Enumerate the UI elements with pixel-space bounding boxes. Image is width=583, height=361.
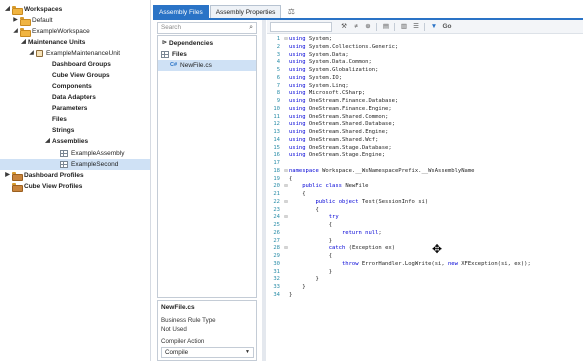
csharp-file-icon: C#	[170, 62, 178, 68]
print-icon[interactable]: ▤	[381, 22, 391, 32]
file-tree-item-label: Files	[172, 51, 187, 58]
tab-assembly-properties[interactable]: Assembly Properties	[209, 5, 282, 18]
search-icon[interactable]: ⌕	[249, 23, 253, 33]
tree-item[interactable]: ◢ ExampleWorkspace	[12, 26, 90, 37]
move-cursor-icon: ✥	[432, 242, 443, 256]
code-line: 34}	[267, 291, 583, 299]
tree-item[interactable]: Cube View Groups	[44, 70, 110, 81]
business-rule-type-value: Not Used	[161, 326, 187, 333]
save-icon[interactable]: ▥	[399, 22, 409, 32]
collapse-arrow-icon[interactable]: ◢	[20, 37, 27, 48]
zoom-icon[interactable]: ⊕	[363, 22, 373, 32]
tree-item-label: Dashboard Profiles	[24, 172, 84, 179]
search-input[interactable]: Search ⌕	[157, 22, 257, 34]
tree-item[interactable]: Parameters	[44, 103, 87, 114]
tree-item[interactable]: Files	[44, 114, 67, 125]
tree-item-label: Cube View Profiles	[24, 183, 83, 190]
compiler-action-select[interactable]: Compile ▼	[161, 347, 254, 358]
compiler-action-value: Compile	[165, 349, 189, 356]
tree-item-label: Parameters	[52, 105, 88, 112]
business-rule-type-label: Business Rule Type	[161, 317, 216, 324]
files-folder-icon	[161, 51, 169, 58]
tree-item[interactable]: ▶ Default	[12, 15, 53, 26]
panel-splitter[interactable]	[262, 20, 266, 361]
file-tree-item[interactable]: C# NewFile.cs	[158, 60, 256, 71]
tree-item-label: Components	[52, 83, 92, 90]
code-text: }	[289, 291, 293, 298]
maintenance-unit-icon	[36, 50, 43, 57]
file-tree-item[interactable]: Files	[161, 49, 187, 60]
tree-item[interactable]: ExampleAssembly	[52, 148, 124, 159]
tree-item[interactable]: Data Adapters	[44, 92, 96, 103]
find-input[interactable]	[270, 22, 332, 32]
tree-item-label: Dashboard Groups	[52, 61, 111, 68]
replace-icon[interactable]: ≠	[351, 22, 361, 32]
tree-item-label: ExampleWorkspace	[32, 28, 90, 35]
collapse-arrow-icon[interactable]: ◢	[44, 136, 51, 147]
collapse-arrow-icon[interactable]: ◢	[28, 48, 35, 59]
folder-icon	[12, 172, 23, 181]
folder-icon	[20, 17, 31, 26]
tree-item[interactable]: ◢ Maintenance Units	[20, 37, 85, 48]
tree-item-label: Cube View Groups	[52, 72, 110, 79]
tree-item[interactable]: ▶ Dashboard Profiles	[4, 170, 84, 181]
properties-title: NewFile.cs	[161, 304, 195, 311]
file-tree-item-label: NewFile.cs	[180, 62, 212, 69]
tree-item-label: Default	[32, 17, 53, 24]
folder-icon	[12, 6, 23, 15]
filter-icon[interactable]: ▼	[429, 22, 439, 32]
tree-item[interactable]: ExampleSecond	[0, 159, 150, 170]
search-placeholder: Search	[161, 24, 181, 31]
chevron-down-icon: ▼	[245, 349, 250, 355]
tree-item[interactable]: ◢ ExampleMaintenanceUnit	[28, 48, 120, 59]
tab-assembly-files[interactable]: Assembly Files	[153, 5, 209, 18]
line-number: 34	[273, 291, 280, 298]
assembly-icon	[60, 150, 68, 157]
file-properties-panel: NewFile.cs Business Rule Type Not Used C…	[157, 300, 257, 361]
list-icon[interactable]: ☰	[411, 22, 421, 32]
tree-item-label: ExampleSecond	[71, 161, 119, 168]
expand-arrow-icon[interactable]: ▶	[4, 170, 11, 181]
tree-item[interactable]: Components	[44, 81, 92, 92]
dependencies-icon: ⊳	[161, 40, 168, 46]
tree-item-label: Workspaces	[24, 6, 63, 13]
tree-item-label: ExampleAssembly	[71, 150, 125, 157]
tree-item[interactable]: ◢ Workspaces	[4, 4, 62, 15]
tab-bar: Assembly Files Assembly Properties ⚖	[153, 5, 297, 18]
folder-icon	[20, 28, 31, 37]
workspace-tree: ◢ Workspaces ▶ Default ◢ ExampleWorkspace ◢ Mai…	[0, 0, 151, 361]
compiler-action-label: Compiler Action	[161, 338, 205, 345]
toolbar-separator	[424, 23, 425, 31]
toolbar-separator	[394, 23, 395, 31]
code-editor[interactable]: 1 ⊟ using System; 2 using System.Collections…	[267, 34, 583, 361]
hierarchy-icon[interactable]: ⚖	[285, 5, 297, 18]
tools-icon[interactable]: ⚒	[339, 22, 349, 32]
tree-item-label: Maintenance Units	[28, 39, 86, 46]
editor-toolbar: ⚒ ≠ ⊕ ▤ ▥ ☰ ▼ Go	[267, 20, 583, 34]
tree-item-label: Files	[52, 116, 67, 123]
tree-item[interactable]: Cube View Profiles	[4, 181, 82, 192]
tree-item-label: Strings	[52, 127, 75, 134]
collapse-arrow-icon[interactable]: ◢	[4, 4, 11, 15]
collapse-arrow-icon[interactable]: ◢	[12, 26, 19, 37]
expand-arrow-icon[interactable]: ▶	[12, 15, 19, 26]
tree-item[interactable]: Strings	[44, 125, 74, 136]
assembly-icon	[60, 161, 68, 168]
tree-item[interactable]: Dashboard Groups	[44, 59, 111, 70]
tree-item-label: Data Adapters	[52, 94, 96, 101]
file-tree-item-label: Dependencies	[169, 40, 214, 47]
tree-item-label: ExampleMaintenanceUnit	[46, 50, 121, 57]
toolbar-separator	[376, 23, 377, 31]
file-tree-item[interactable]: ⊳ Dependencies	[161, 38, 213, 49]
go-button[interactable]: Go	[441, 22, 453, 32]
tree-item-label: Assemblies	[52, 138, 89, 145]
assembly-file-tree: ⊳ Dependencies Files C# NewFile.cs	[157, 35, 257, 298]
tree-item[interactable]: ◢ Assemblies	[44, 136, 88, 147]
folder-icon	[12, 183, 23, 192]
